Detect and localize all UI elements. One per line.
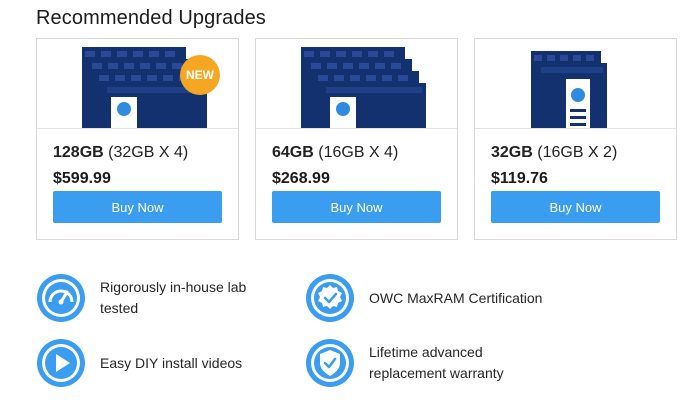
product-price: $268.99 (272, 170, 330, 187)
product-title[interactable]: 64GB (16GB X 4) (272, 144, 398, 162)
product-card[interactable]: 32GB (16GB X 2) $119.76 Buy Now (474, 38, 677, 240)
product-title[interactable]: 32GB (16GB X 2) (491, 144, 617, 162)
feature-text: OWC MaxRAM Certification (369, 289, 543, 306)
product-card[interactable]: 64GB (16GB X 4) $268.99 Buy Now (255, 38, 458, 240)
feature-text: Lifetime advanced replacement warranty (369, 344, 504, 381)
product-card[interactable]: NEW 128GB (32GB X 4) $599.99 Buy Now (36, 38, 239, 240)
product-image[interactable] (256, 39, 457, 129)
product-price: $119.76 (491, 170, 548, 187)
certification-badge-icon (306, 274, 354, 322)
feature-item: Easy DIY install videos (36, 338, 242, 388)
feature-list: Rigorously in-house lab tested OWC MaxRA… (36, 268, 676, 398)
product-config: (16GB X 4) (318, 144, 399, 161)
product-image[interactable]: NEW (37, 39, 238, 129)
feature-text: Easy DIY install videos (100, 354, 243, 371)
product-capacity: 64GB (272, 144, 314, 161)
feature-item: Lifetime advanced replacement warranty (305, 338, 529, 388)
product-config: (16GB X 2) (537, 144, 618, 161)
feature-text: Rigorously in-house lab tested (100, 279, 247, 316)
gauge-icon (37, 274, 85, 322)
product-config: (32GB X 4) (108, 144, 189, 161)
feature-item: Rigorously in-house lab tested (36, 273, 260, 323)
buy-now-button[interactable]: Buy Now (272, 191, 441, 223)
product-capacity: 128GB (53, 144, 104, 161)
product-price: $599.99 (53, 170, 111, 187)
feature-item: OWC MaxRAM Certification (305, 273, 542, 323)
product-cards: NEW 128GB (32GB X 4) $599.99 Buy Now 64G… (36, 38, 677, 240)
product-title[interactable]: 128GB (32GB X 4) (53, 144, 188, 162)
section-title: Recommended Upgrades (36, 7, 266, 29)
new-badge: NEW (186, 68, 214, 82)
product-capacity: 32GB (491, 144, 533, 161)
buy-now-button[interactable]: Buy Now (491, 191, 660, 223)
shield-check-icon (306, 339, 354, 387)
product-image[interactable] (475, 39, 676, 129)
buy-now-button[interactable]: Buy Now (53, 191, 222, 223)
recommended-upgrades-page: Recommended Upgrades NEW 128GB (32GB X 4… (0, 0, 700, 414)
play-icon (37, 339, 85, 387)
